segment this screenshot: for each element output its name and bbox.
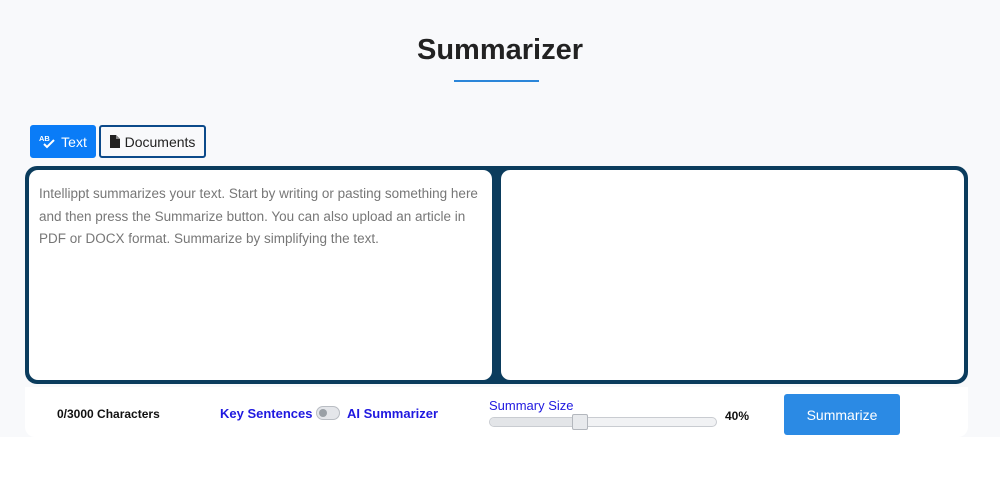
mode-ai-summarizer-label[interactable]: AI Summarizer [347,406,438,421]
summary-size-value: 40% [725,409,750,423]
spell-check-icon: AB [39,134,56,149]
editor-frame [25,166,968,384]
mode-key-sentences-label[interactable]: Key Sentences [220,406,313,421]
tab-documents[interactable]: Documents [99,125,206,158]
mode-toggle[interactable] [316,406,340,420]
character-count: 0/3000 Characters [57,407,160,421]
summary-size-slider-fill [490,418,581,426]
input-pane [29,170,492,380]
summary-size-slider-thumb[interactable] [572,414,589,430]
mode-toggle-knob [319,409,327,417]
page-title: Summarizer [416,34,583,66]
tab-text[interactable]: AB Text [30,125,96,158]
summary-size-label: Summary Size [489,398,574,413]
svg-text:AB: AB [39,134,50,143]
summary-size-slider[interactable] [489,414,717,430]
tab-documents-label: Documents [124,133,196,150]
bottom-toolbar: 0/3000 Characters Key Sentences AI Summa… [25,387,968,437]
file-icon [109,135,120,148]
output-pane [501,170,964,380]
tab-text-label: Text [61,133,87,150]
title-underline [454,80,539,82]
input-textarea[interactable] [29,170,492,380]
summarize-button[interactable]: Summarize [784,394,900,435]
